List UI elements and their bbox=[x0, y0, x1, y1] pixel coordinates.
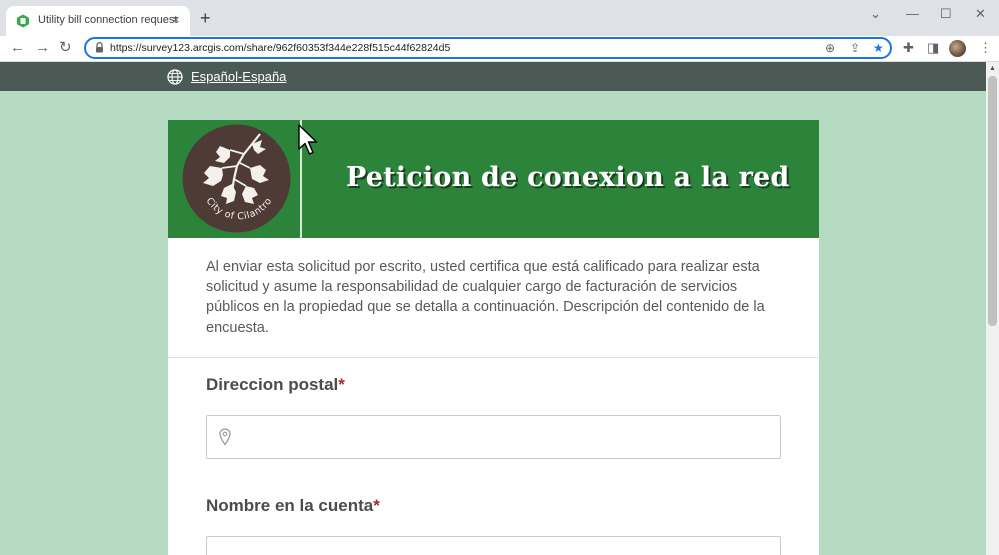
tab-close-icon[interactable]: × bbox=[172, 12, 180, 27]
language-bar: Español-España bbox=[0, 62, 986, 91]
share-icon[interactable]: ⇪ bbox=[850, 41, 860, 55]
scrollbar-thumb[interactable] bbox=[988, 76, 997, 326]
question-account-name-label: Nombre en la cuenta* bbox=[206, 496, 380, 516]
back-button[interactable]: ← bbox=[10, 39, 25, 57]
zoom-icon[interactable]: ⊕ bbox=[825, 41, 835, 55]
tab-search-chevron-icon[interactable]: ⌄ bbox=[870, 6, 881, 22]
reload-button[interactable]: ↻ bbox=[59, 39, 72, 57]
chrome-menu-icon[interactable]: ⋮ bbox=[979, 40, 992, 56]
side-panel-icon[interactable]: ◨ bbox=[927, 40, 939, 56]
scroll-up-arrow-icon[interactable]: ▲ bbox=[989, 65, 996, 72]
section-divider bbox=[168, 357, 819, 358]
forward-button[interactable]: → bbox=[35, 39, 50, 57]
tab-title: Utility bill connection request bbox=[38, 14, 178, 26]
survey-title: Peticion de conexion a la red bbox=[346, 162, 790, 193]
required-asterisk: * bbox=[373, 496, 380, 515]
survey-description: Al enviar esta solicitud por escrito, us… bbox=[206, 259, 765, 336]
mouse-cursor-icon bbox=[298, 124, 318, 155]
lock-icon bbox=[96, 42, 103, 53]
question-label-text: Nombre en la cuenta bbox=[206, 496, 374, 515]
location-pin-icon[interactable] bbox=[219, 428, 231, 446]
browser-toolbar: ← → ↻ https://survey123.arcgis.com/share… bbox=[0, 36, 999, 62]
required-asterisk: * bbox=[338, 375, 345, 394]
minimize-button[interactable]: — bbox=[906, 6, 919, 21]
question-postal-address-label: Direccion postal* bbox=[206, 375, 345, 395]
page-scrollbar[interactable]: ▲ bbox=[986, 62, 999, 555]
close-window-button[interactable]: ✕ bbox=[975, 6, 986, 22]
survey-form-card: City of Cilantro Peticion de conexion a … bbox=[168, 120, 819, 555]
question-label-text: Direccion postal bbox=[206, 375, 339, 394]
extensions-puzzle-icon[interactable]: ✚ bbox=[903, 40, 914, 56]
url-text: https://survey123.arcgis.com/share/962f6… bbox=[110, 42, 451, 54]
account-name-input[interactable] bbox=[206, 536, 781, 555]
browser-tab-strip: Utility bill connection request × + ⌄ — … bbox=[0, 0, 999, 36]
maximize-button[interactable]: ☐ bbox=[940, 6, 952, 22]
browser-tab[interactable]: Utility bill connection request × bbox=[6, 6, 190, 36]
postal-address-input[interactable] bbox=[206, 415, 781, 459]
globe-icon bbox=[167, 69, 183, 85]
address-bar[interactable]: https://survey123.arcgis.com/share/962f6… bbox=[84, 37, 892, 59]
new-tab-button[interactable]: + bbox=[200, 9, 211, 27]
profile-avatar[interactable] bbox=[949, 40, 966, 57]
survey-header: City of Cilantro Peticion de conexion a … bbox=[168, 120, 819, 238]
bookmark-star-icon[interactable]: ★ bbox=[873, 41, 884, 55]
survey123-favicon-icon bbox=[17, 14, 29, 28]
language-selector-link[interactable]: Español-España bbox=[191, 69, 286, 84]
city-of-cilantro-logo: City of Cilantro bbox=[182, 124, 291, 233]
